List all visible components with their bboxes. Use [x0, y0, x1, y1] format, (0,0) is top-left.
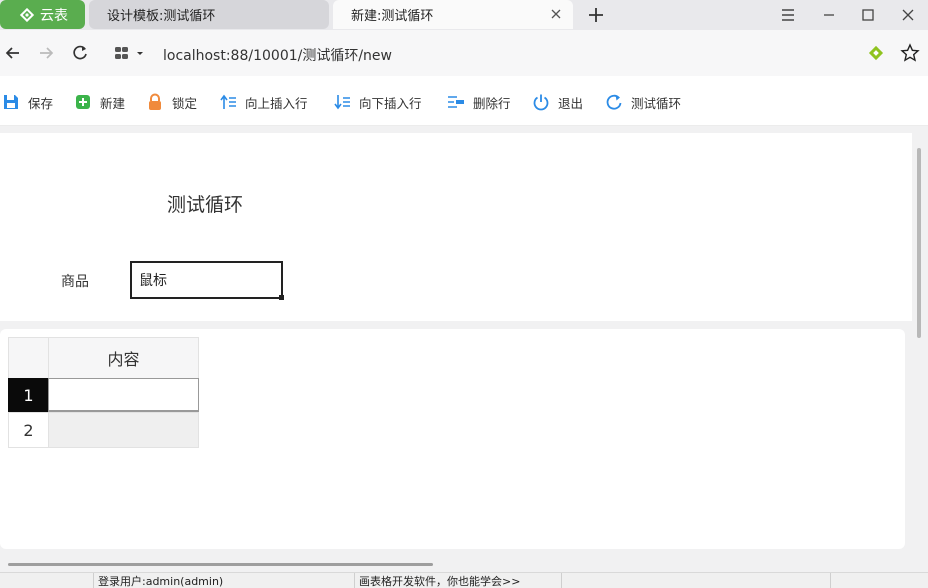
exit-button[interactable]: 退出: [532, 92, 583, 112]
new-button[interactable]: 新建: [74, 92, 125, 112]
grid-corner: [8, 337, 49, 379]
forward-icon[interactable]: [36, 43, 56, 63]
address-bar: localhost:88/10001/测试循环/new: [0, 30, 928, 76]
refresh-icon: [606, 94, 622, 110]
row-number: 2: [23, 420, 34, 440]
brand-tab-label: 云表: [40, 7, 68, 24]
apps-icon[interactable]: [113, 43, 147, 63]
status-user-text: 登录用户:admin(admin): [98, 575, 224, 588]
maximize-icon[interactable]: [859, 6, 877, 24]
cell-fill-handle[interactable]: [279, 295, 284, 300]
app-toolbar: 保存 新建 锁定 向上插入行 向下插入行 删除行 退出 测试循环: [0, 76, 928, 126]
url-field[interactable]: localhost:88/10001/测试循环/new: [163, 45, 392, 65]
exit-label: 退出: [558, 95, 584, 111]
product-label: 商品: [61, 274, 89, 290]
tab-new-test-loop[interactable]: 新建:测试循环: [333, 0, 573, 29]
insert-row-below-label: 向下插入行: [359, 95, 422, 111]
insert-row-above-button[interactable]: 向上插入行: [219, 92, 308, 112]
detail-grid-panel: 内容 1 2: [0, 329, 905, 549]
delete-row-label: 删除行: [473, 95, 511, 111]
power-icon: [533, 94, 549, 111]
bookmark-star-icon[interactable]: [900, 43, 920, 63]
reload-icon[interactable]: [70, 43, 90, 63]
status-empty-2: [830, 573, 928, 588]
delete-row-button[interactable]: 删除行: [447, 92, 511, 112]
product-value: 鼠标: [139, 273, 167, 289]
status-bar: 登录用户:admin(admin) 画表格开发软件，你也能学会>>: [0, 572, 928, 588]
tab-label: 新建:测试循环: [351, 9, 434, 24]
browser-tab-bar: 云表 设计模板:测试循环 新建:测试循环: [0, 0, 928, 30]
status-slogan[interactable]: 画表格开发软件，你也能学会>>: [354, 573, 562, 588]
horizontal-scrollbar[interactable]: [8, 563, 433, 566]
save-icon: [4, 95, 18, 109]
close-tab-icon[interactable]: [549, 7, 563, 21]
column-header-label: 内容: [107, 350, 140, 369]
insert-row-above-label: 向上插入行: [245, 95, 308, 111]
delete-row-icon: [448, 96, 464, 108]
status-user: 登录用户:admin(admin): [93, 573, 355, 588]
insert-row-below-button[interactable]: 向下插入行: [333, 92, 422, 112]
row-header-2[interactable]: 2: [8, 412, 49, 448]
brand-logo-icon: [20, 7, 34, 22]
insert-row-below-icon: [334, 95, 350, 110]
back-icon[interactable]: [3, 43, 23, 63]
grid-cell-row1-content[interactable]: [48, 378, 199, 413]
brand-tab[interactable]: 云表: [0, 0, 85, 29]
product-input[interactable]: 鼠标: [130, 261, 284, 300]
tab-design-template[interactable]: 设计模板:测试循环: [89, 0, 329, 29]
extension-icon[interactable]: [866, 43, 886, 63]
close-window-icon[interactable]: [899, 6, 917, 24]
minimize-icon[interactable]: [820, 6, 838, 24]
form-panel: 测试循环 商品 鼠标: [0, 133, 912, 321]
save-button[interactable]: 保存: [2, 92, 53, 112]
menu-icon[interactable]: [779, 6, 797, 24]
test-loop-button[interactable]: 测试循环: [605, 92, 681, 112]
new-tab-icon[interactable]: [586, 5, 606, 25]
form-title: 测试循环: [167, 194, 244, 216]
test-loop-label: 测试循环: [631, 95, 682, 111]
new-icon: [76, 95, 90, 109]
status-empty-1: [561, 573, 831, 588]
lock-button[interactable]: 锁定: [146, 92, 197, 112]
insert-row-above-icon: [220, 94, 236, 109]
save-label: 保存: [28, 95, 54, 111]
grid-cell-row2-content[interactable]: [48, 412, 199, 448]
vertical-scrollbar[interactable]: [917, 148, 921, 338]
lock-label: 锁定: [172, 95, 198, 111]
row-number: 1: [23, 386, 34, 405]
new-label: 新建: [100, 95, 126, 111]
lock-icon: [149, 93, 161, 110]
status-slogan-text: 画表格开发软件，你也能学会>>: [359, 575, 521, 588]
row-header-1[interactable]: 1: [8, 378, 49, 413]
tab-label: 设计模板:测试循环: [107, 9, 216, 24]
column-header-content[interactable]: 内容: [48, 337, 199, 379]
